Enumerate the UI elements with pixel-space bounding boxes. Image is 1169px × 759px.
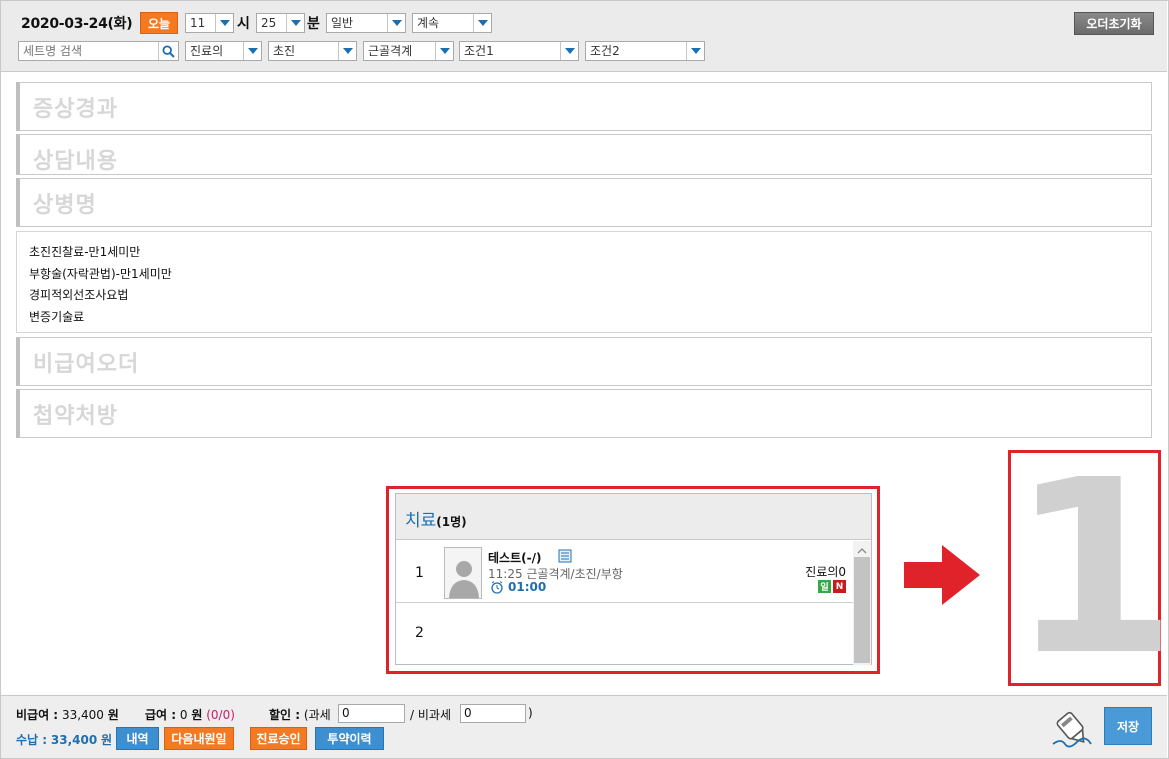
assigned-doctor: 진료의0 — [805, 565, 846, 579]
condition2-select[interactable]: 조건2 — [585, 41, 705, 61]
chevron-down-icon — [338, 42, 356, 60]
visit-type-value: 일반 — [331, 16, 354, 30]
hour-value: 11 — [190, 16, 206, 30]
footer-bar: 비급여 : 33,400 원 급여 : 0 원 (0/0) 할인 : (과세 0… — [1, 695, 1167, 758]
diagnosis-section-title: 상병명 — [33, 193, 97, 218]
queue-scrollbar[interactable] — [853, 541, 871, 665]
save-button[interactable]: 저장 — [1104, 707, 1152, 745]
chevron-down-icon — [686, 42, 704, 60]
nonpay-total: 비급여 : 33,400 원 — [16, 706, 119, 723]
chart-icon[interactable] — [558, 549, 572, 566]
nontax-discount-input[interactable]: 0 — [460, 704, 526, 723]
list-item[interactable]: 변증기술료 — [29, 307, 1151, 329]
symptom-section[interactable]: 증상경과 — [16, 82, 1152, 131]
history-button[interactable]: 내역 — [116, 727, 159, 750]
herbal-prescription-section-title: 첩약처방 — [33, 404, 118, 429]
continue-select[interactable]: 계속 — [412, 13, 492, 33]
currency-unit: 원 — [101, 733, 113, 747]
pay-total: 급여 : 0 원 (0/0) — [145, 706, 235, 723]
tax-discount-input[interactable]: 0 — [338, 704, 405, 723]
consult-section-title: 상담내용 — [33, 149, 118, 174]
waiting-count-display: 1 — [1010, 452, 1161, 684]
discount-label: 할인 : — [269, 708, 301, 722]
currency-unit: 원 — [107, 708, 119, 722]
doctor-select[interactable]: 진료의 — [185, 41, 262, 61]
minute-value: 25 — [261, 16, 277, 30]
order-reset-button[interactable]: 오더초기화 — [1074, 12, 1154, 35]
received-value: 33,400 — [50, 733, 98, 747]
row-number: 2 — [415, 625, 424, 641]
condition1-select[interactable]: 조건1 — [459, 41, 579, 61]
nontax-label: / 비과세 — [410, 708, 451, 722]
status-badge: N — [833, 580, 846, 593]
elapsed-time: 01:00 — [508, 580, 547, 594]
patient-name: 테스트(-/) — [488, 551, 542, 565]
continue-value: 계속 — [417, 16, 440, 30]
queue-header: 치료(1명) — [396, 494, 871, 540]
order-list: 초진진찰료-만1세미만 부항술(자락관법)-만1세미만 경피적외선조사요법 변증… — [16, 231, 1152, 333]
table-row[interactable]: 1 테스트(-/) 11:25 근골격계/초진/부항 01:00 진료의0 일 … — [396, 541, 854, 603]
condition1-value: 조건1 — [464, 44, 494, 58]
status-badge: 일 — [818, 580, 831, 593]
discount-label-wrap: 할인 : (과세 — [269, 706, 331, 723]
set-search-input[interactable] — [19, 42, 157, 60]
close-paren: ) — [528, 706, 533, 720]
diagnosis-section[interactable]: 상병명 — [16, 178, 1152, 227]
next-visit-button[interactable]: 다음내원일 — [164, 727, 234, 750]
signature-pen-icon[interactable] — [1047, 708, 1097, 753]
chevron-down-icon — [286, 14, 304, 32]
doctor-value: 진료의 — [190, 44, 224, 58]
minute-unit: 분 — [307, 16, 320, 32]
avatar — [444, 547, 482, 599]
pay-label: 급여 : — [145, 708, 177, 722]
top-toolbar: 2020-03-24(화) 오늘 11 시 25 분 일반 계속 오더초기화 진… — [1, 1, 1167, 72]
pay-ratio: (0/0) — [206, 708, 235, 722]
arrow-right-icon — [904, 545, 980, 608]
chevron-down-icon — [560, 42, 578, 60]
chevron-down-icon — [387, 14, 405, 32]
nonpay-order-section[interactable]: 비급여오더 — [16, 337, 1152, 386]
chevron-down-icon — [473, 14, 491, 32]
currency-unit: 원 — [191, 708, 203, 722]
nonpay-order-section-title: 비급여오더 — [33, 352, 140, 377]
medication-history-button[interactable]: 투약이력 — [315, 727, 384, 750]
nonpay-label: 비급여 : — [16, 708, 59, 722]
pay-value: 0 — [179, 708, 188, 722]
department-select[interactable]: 근골격계 — [363, 41, 454, 61]
row-number: 1 — [415, 565, 424, 581]
visit-kind-value: 초진 — [273, 44, 296, 58]
minute-select[interactable]: 25 — [256, 13, 305, 33]
queue-title: 치료 — [405, 511, 437, 531]
chevron-down-icon — [435, 42, 453, 60]
received-label: 수납 : — [16, 733, 48, 747]
hour-unit: 시 — [237, 16, 250, 32]
visit-type-select[interactable]: 일반 — [326, 13, 406, 33]
hour-select[interactable]: 11 — [185, 13, 234, 33]
herbal-prescription-section[interactable]: 첩약처방 — [16, 389, 1152, 438]
approve-treatment-button[interactable]: 진료승인 — [250, 727, 307, 750]
scrollbar-thumb[interactable] — [854, 557, 870, 663]
queue-count: (1명) — [436, 515, 467, 529]
chevron-down-icon — [243, 42, 261, 60]
today-button[interactable]: 오늘 — [140, 12, 178, 34]
visit-date: 2020-03-24(화) — [21, 16, 133, 32]
chevron-up-icon[interactable] — [857, 544, 867, 558]
received-total: 수납 : 33,400 원 — [16, 731, 112, 748]
condition2-value: 조건2 — [590, 44, 620, 58]
treatment-queue-panel: 치료(1명) 1 테스트(-/) 11:25 근골격계/초진/부항 01:00 … — [395, 493, 872, 665]
chevron-down-icon — [215, 14, 233, 32]
list-item[interactable]: 부항술(자락관법)-만1세미만 — [29, 264, 1151, 286]
alarm-clock-icon — [490, 580, 504, 597]
symptom-section-title: 증상경과 — [33, 97, 118, 122]
consult-section[interactable]: 상담내용 — [16, 134, 1152, 175]
set-search-box — [18, 41, 179, 61]
nonpay-value: 33,400 — [61, 708, 104, 722]
visit-kind-select[interactable]: 초진 — [268, 41, 357, 61]
search-icon[interactable] — [158, 42, 178, 60]
department-value: 근골격계 — [368, 44, 413, 58]
list-item[interactable]: 경피적외선조사요법 — [29, 285, 1151, 307]
tax-label: (과세 — [303, 708, 331, 722]
list-item[interactable]: 초진진찰료-만1세미만 — [29, 242, 1151, 264]
table-row[interactable]: 2 — [396, 604, 854, 665]
